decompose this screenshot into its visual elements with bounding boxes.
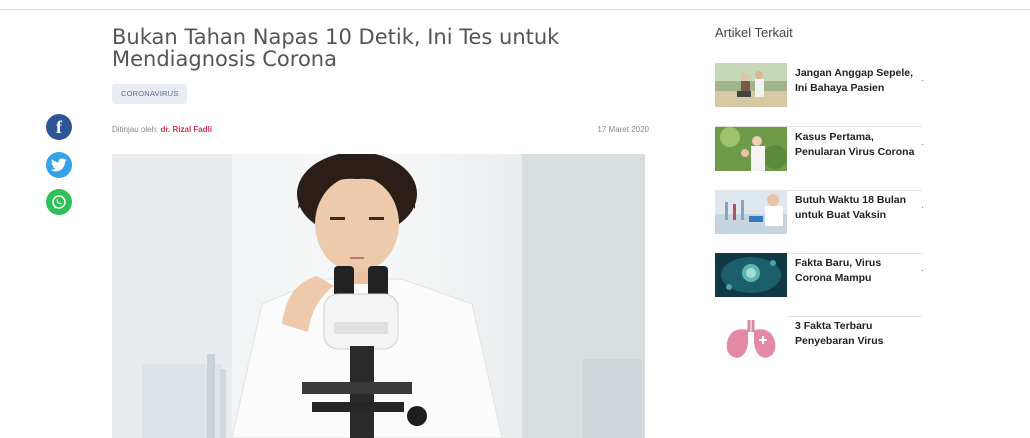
more-dot: . [921, 73, 924, 84]
related-article-thumbnail [715, 253, 787, 297]
related-article-thumbnail [715, 127, 787, 171]
related-article-title: 3 Fakta Terbaru Penyebaran Virus [795, 320, 884, 347]
whatsapp-icon [52, 195, 66, 209]
related-articles-title: Artikel Terkait [715, 25, 793, 40]
related-article-thumbnail [715, 190, 787, 234]
related-article-4[interactable]: Fakta Baru, Virus Corona Mampu . [715, 253, 924, 317]
more-dot: . [921, 263, 924, 274]
twitter-icon [51, 158, 67, 172]
related-article-3[interactable]: Butuh Waktu 18 Bulan untuk Buat Vaksin . [715, 190, 924, 254]
related-article-5[interactable]: 3 Fakta Terbaru Penyebaran Virus [715, 316, 922, 380]
twitter-share-button[interactable] [46, 152, 72, 178]
facebook-icon: f [56, 116, 62, 137]
related-article-1[interactable]: Jangan Anggap Sepele, Ini Bahaya Pasien … [715, 63, 924, 127]
article-title: Bukan Tahan Napas 10 Detik, Ini Tes untu… [112, 25, 560, 71]
related-article-title: Butuh Waktu 18 Bulan untuk Buat Vaksin [795, 194, 907, 221]
related-article-title: Fakta Baru, Virus Corona Mampu [795, 257, 882, 284]
publish-date: 17 Maret 2020 [597, 125, 649, 134]
related-article-title: Jangan Anggap Sepele, Ini Bahaya Pasien [795, 67, 914, 94]
category-tag[interactable]: CORONAVIRUS [112, 84, 188, 104]
article-hero-image [112, 154, 645, 438]
related-article-thumbnail [715, 316, 787, 360]
header-divider [0, 9, 1030, 10]
whatsapp-share-button[interactable] [46, 189, 72, 215]
reviewed-label: Ditinjau oleh: [112, 125, 159, 134]
more-dot: . [921, 137, 924, 148]
reviewer-link[interactable]: dr. Rizal Fadli [160, 125, 212, 134]
related-article-thumbnail [715, 63, 787, 107]
reviewed-by: Ditinjau oleh: dr. Rizal Fadli [112, 125, 212, 134]
more-dot: . [921, 200, 924, 211]
facebook-share-button[interactable]: f [46, 114, 72, 140]
related-article-title: Kasus Pertama, Penularan Virus Corona [795, 131, 915, 158]
related-article-2[interactable]: Kasus Pertama, Penularan Virus Corona . [715, 127, 924, 191]
